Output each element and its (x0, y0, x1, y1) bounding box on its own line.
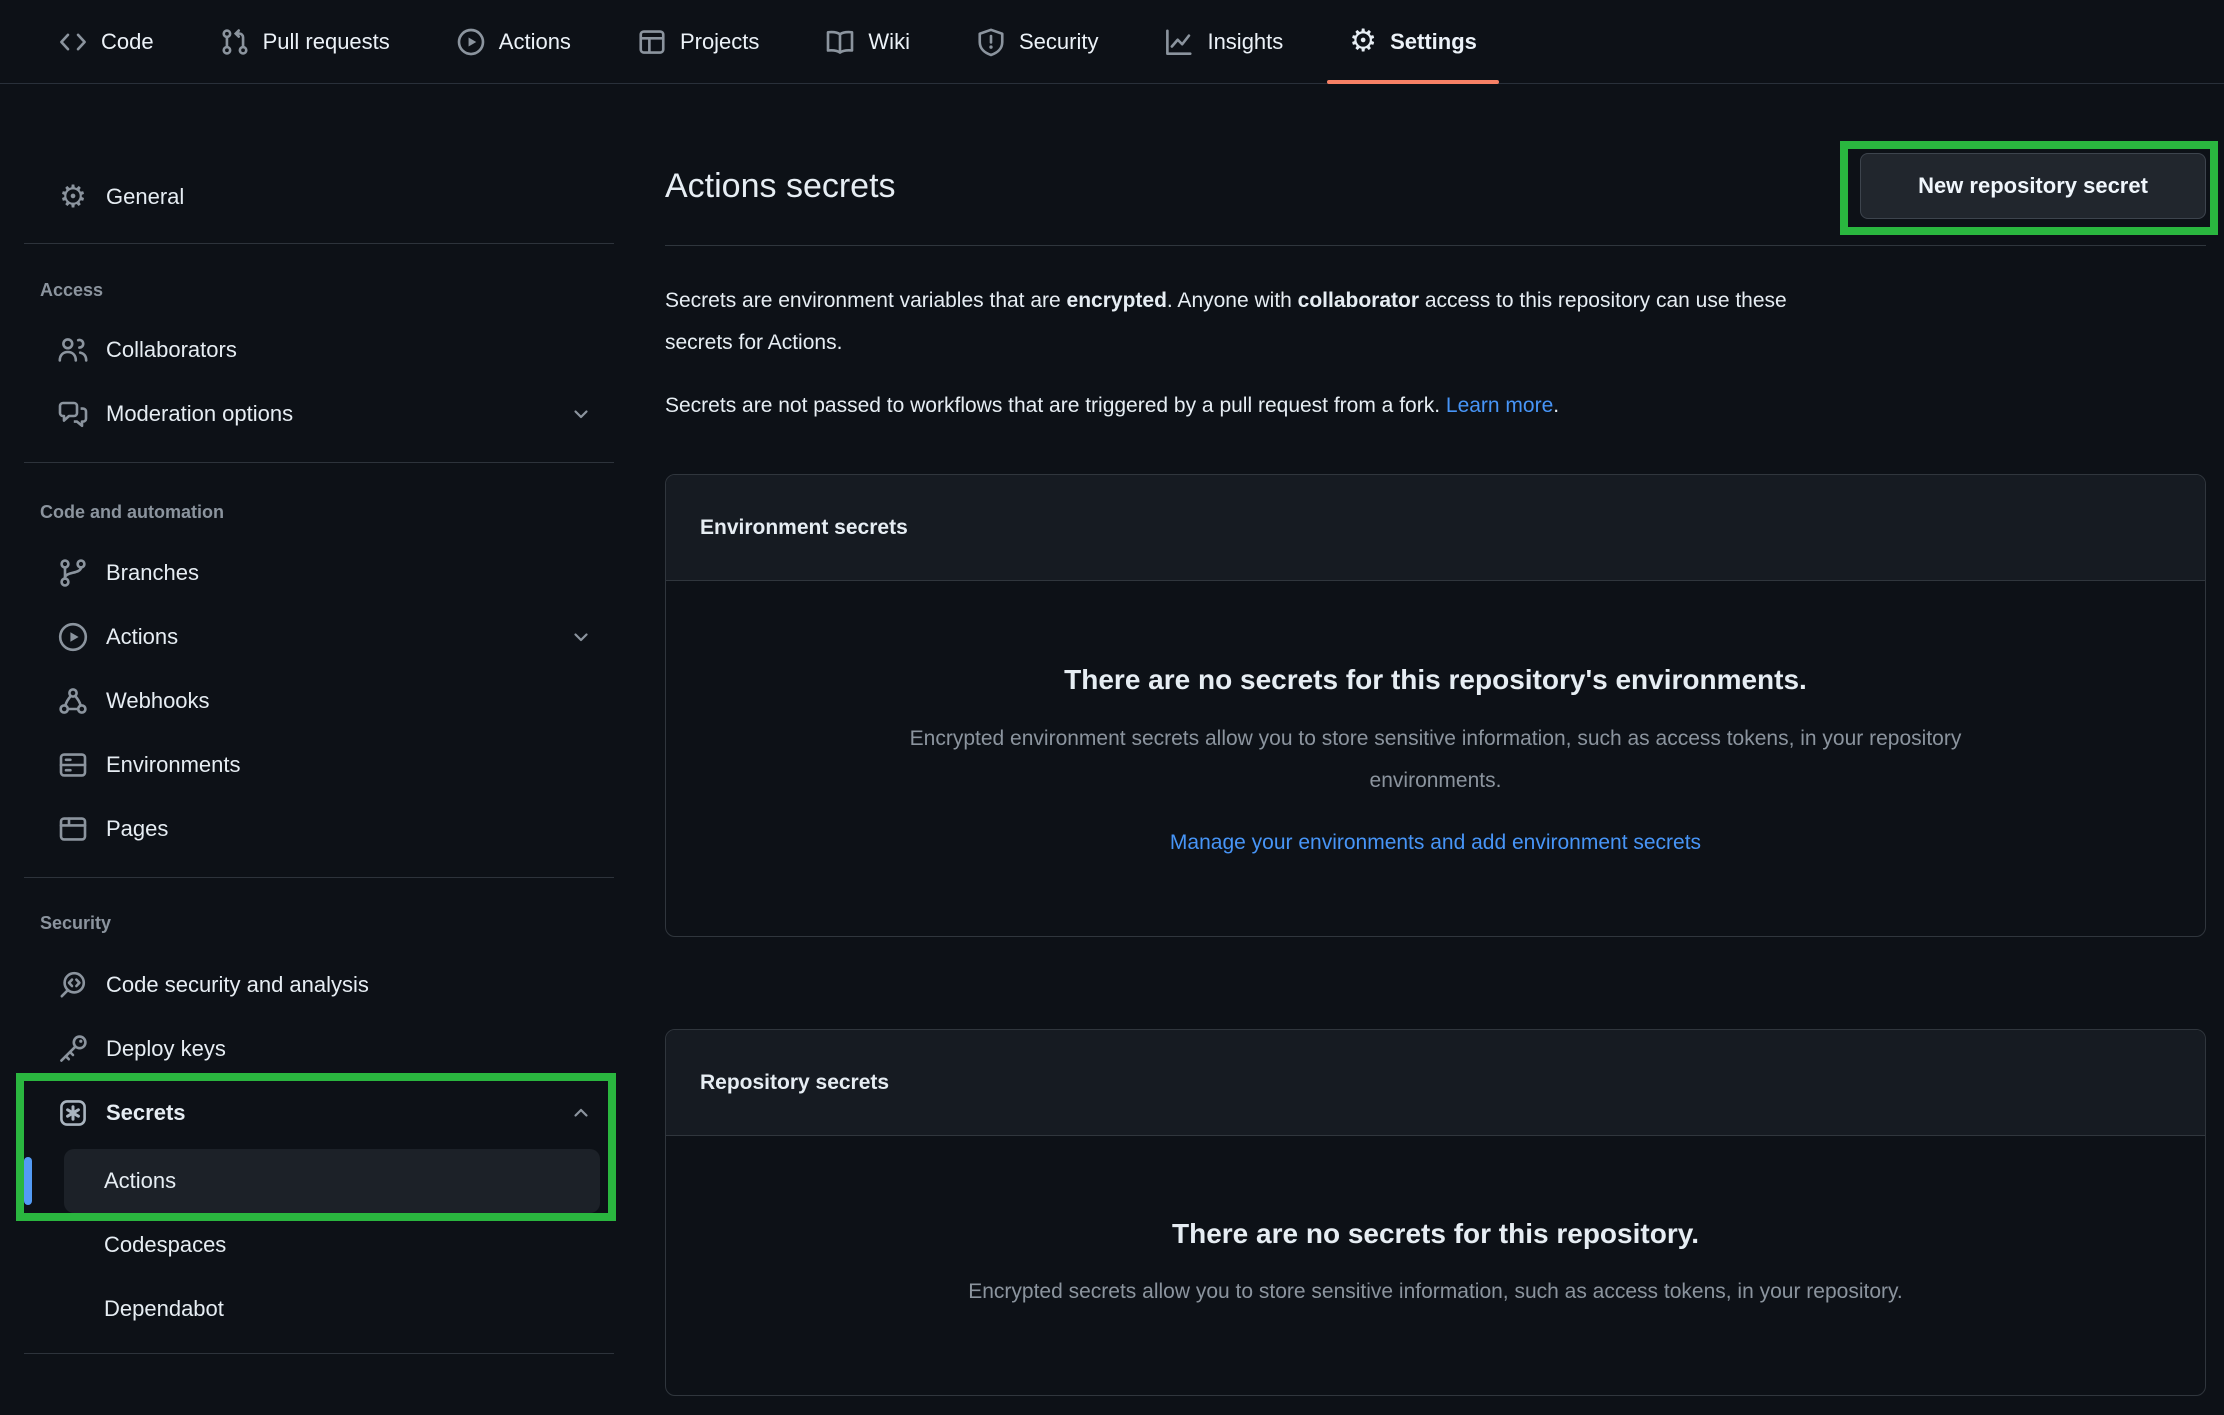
page-header: Actions secrets New repository secret (665, 153, 2206, 219)
tab-label: Wiki (868, 28, 910, 54)
sidebar-section-access: Access (40, 279, 104, 300)
sidebar-item-label: Pages (106, 816, 169, 841)
sidebar-item-branches[interactable]: Branches (0, 541, 620, 605)
sidebar-item-webhooks[interactable]: Webhooks (0, 669, 620, 733)
repository-secrets-header: Repository secrets (666, 1030, 2205, 1136)
chevron-up-icon (570, 1102, 592, 1124)
tab-projects[interactable]: Projects (615, 0, 781, 83)
empty-state-description: Encrypted environment secrets allow you … (909, 727, 1962, 792)
sidebar-item-label: Webhooks (106, 688, 210, 713)
code-icon (58, 27, 88, 57)
divider (24, 877, 614, 878)
sidebar-section-code-automation: Code and automation (40, 501, 224, 522)
sidebar-item-label: Actions (106, 624, 179, 649)
sidebar-item-label: Secrets (106, 1100, 186, 1125)
git-branch-icon (56, 557, 90, 589)
learn-more-link[interactable]: Learn more (1446, 394, 1553, 417)
settings-sidebar: ⚙ General Access Collaborators Moderatio… (0, 84, 620, 1354)
sidebar-item-environments[interactable]: Environments (0, 733, 620, 797)
tab-label: Settings (1390, 28, 1477, 54)
tab-wiki[interactable]: Wiki (803, 0, 932, 83)
sidebar-item-deploy-keys[interactable]: Deploy keys (0, 1017, 620, 1081)
actions-secrets-panel: Actions secrets New repository secret Se… (665, 84, 2206, 1396)
key-icon (56, 1033, 90, 1065)
tab-label: Projects (679, 28, 760, 54)
sidebar-item-label: Branches (106, 560, 199, 585)
sidebar-subitem-label: Dependabot (104, 1296, 224, 1321)
tab-label: Pull requests (262, 28, 390, 54)
divider (24, 243, 614, 244)
repo-tab-bar: Code Pull requests Actions Projects Wiki… (0, 0, 2224, 84)
browser-icon (56, 813, 90, 845)
tab-settings[interactable]: ⚙ Settings (1327, 0, 1499, 84)
gear-icon: ⚙ (1349, 23, 1378, 59)
secrets-intro-paragraph: Secrets are environment variables that a… (665, 289, 1787, 354)
server-icon (56, 749, 90, 781)
tab-label: Insights (1207, 28, 1284, 54)
graph-icon (1164, 27, 1194, 57)
codescan-icon (56, 969, 90, 1001)
sidebar-section-security: Security (40, 912, 112, 933)
sidebar-subitem-secrets-codespaces[interactable]: Codespaces (64, 1213, 600, 1277)
manage-environments-link[interactable]: Manage your environments and add environ… (1170, 822, 1701, 864)
sidebar-item-actions[interactable]: Actions (0, 605, 620, 669)
divider (24, 462, 614, 463)
sidebar-item-code-security[interactable]: Code security and analysis (0, 953, 620, 1017)
asterisk-box-icon (56, 1097, 90, 1129)
tab-security[interactable]: Security (954, 0, 1120, 83)
chevron-down-icon (570, 403, 592, 425)
fork-note-paragraph: Secrets are not passed to workflows that… (665, 394, 1560, 417)
sidebar-subitem-secrets-dependabot[interactable]: Dependabot (64, 1277, 600, 1341)
sidebar-subitem-label: Codespaces (104, 1232, 227, 1257)
shield-icon (976, 27, 1006, 57)
sidebar-item-secrets[interactable]: Secrets (0, 1081, 620, 1145)
sidebar-item-moderation-options[interactable]: Moderation options (0, 382, 620, 446)
environment-secrets-header: Environment secrets (666, 475, 2205, 581)
tab-label: Security (1018, 28, 1099, 54)
sidebar-item-collaborators[interactable]: Collaborators (0, 318, 620, 382)
sidebar-subitem-label: Actions (104, 1168, 177, 1193)
tab-label: Code (101, 28, 154, 54)
divider (24, 1353, 614, 1354)
sidebar-item-label: Deploy keys (106, 1036, 226, 1061)
repository-secrets-box: Repository secrets There are no secrets … (665, 1029, 2206, 1396)
sidebar-subitem-secrets-actions[interactable]: Actions (24, 1149, 600, 1213)
selected-indicator-bar (24, 1157, 32, 1205)
tab-code[interactable]: Code (36, 0, 176, 83)
book-icon (825, 27, 855, 57)
new-repository-secret-button[interactable]: New repository secret (1860, 153, 2206, 219)
sidebar-item-label: Collaborators (106, 337, 237, 362)
tab-pull-requests[interactable]: Pull requests (198, 0, 412, 83)
empty-state-title: There are no secrets for this repository… (1064, 664, 1807, 695)
sidebar-item-label: Moderation options (106, 401, 294, 426)
page-title: Actions secrets (665, 166, 896, 205)
repository-secrets-empty-state: There are no secrets for this repository… (666, 1136, 2205, 1395)
empty-state-description: Encrypted secrets allow you to store sen… (968, 1280, 1903, 1303)
tab-insights[interactable]: Insights (1142, 0, 1305, 83)
empty-state-title: There are no secrets for this repository… (1172, 1218, 1699, 1249)
comment-discussion-icon (56, 398, 90, 430)
webhook-icon (56, 685, 90, 717)
gear-icon: ⚙ (59, 178, 87, 215)
git-pull-request-icon (220, 27, 250, 57)
sidebar-item-general[interactable]: ⚙ General (0, 165, 620, 229)
sidebar-item-label: Environments (106, 752, 241, 777)
sidebar-item-label: General (106, 184, 185, 209)
environment-secrets-box: Environment secrets There are no secrets… (665, 474, 2206, 937)
play-icon (56, 621, 90, 653)
divider (665, 245, 2206, 246)
project-board-icon (637, 27, 667, 57)
environment-secrets-empty-state: There are no secrets for this repository… (666, 581, 2205, 936)
tab-actions[interactable]: Actions (434, 0, 593, 83)
sidebar-item-label: Code security and analysis (106, 972, 369, 997)
play-icon (456, 27, 486, 57)
people-icon (56, 334, 90, 366)
sidebar-item-pages[interactable]: Pages (0, 797, 620, 861)
chevron-down-icon (570, 626, 592, 648)
tab-label: Actions (498, 28, 571, 54)
